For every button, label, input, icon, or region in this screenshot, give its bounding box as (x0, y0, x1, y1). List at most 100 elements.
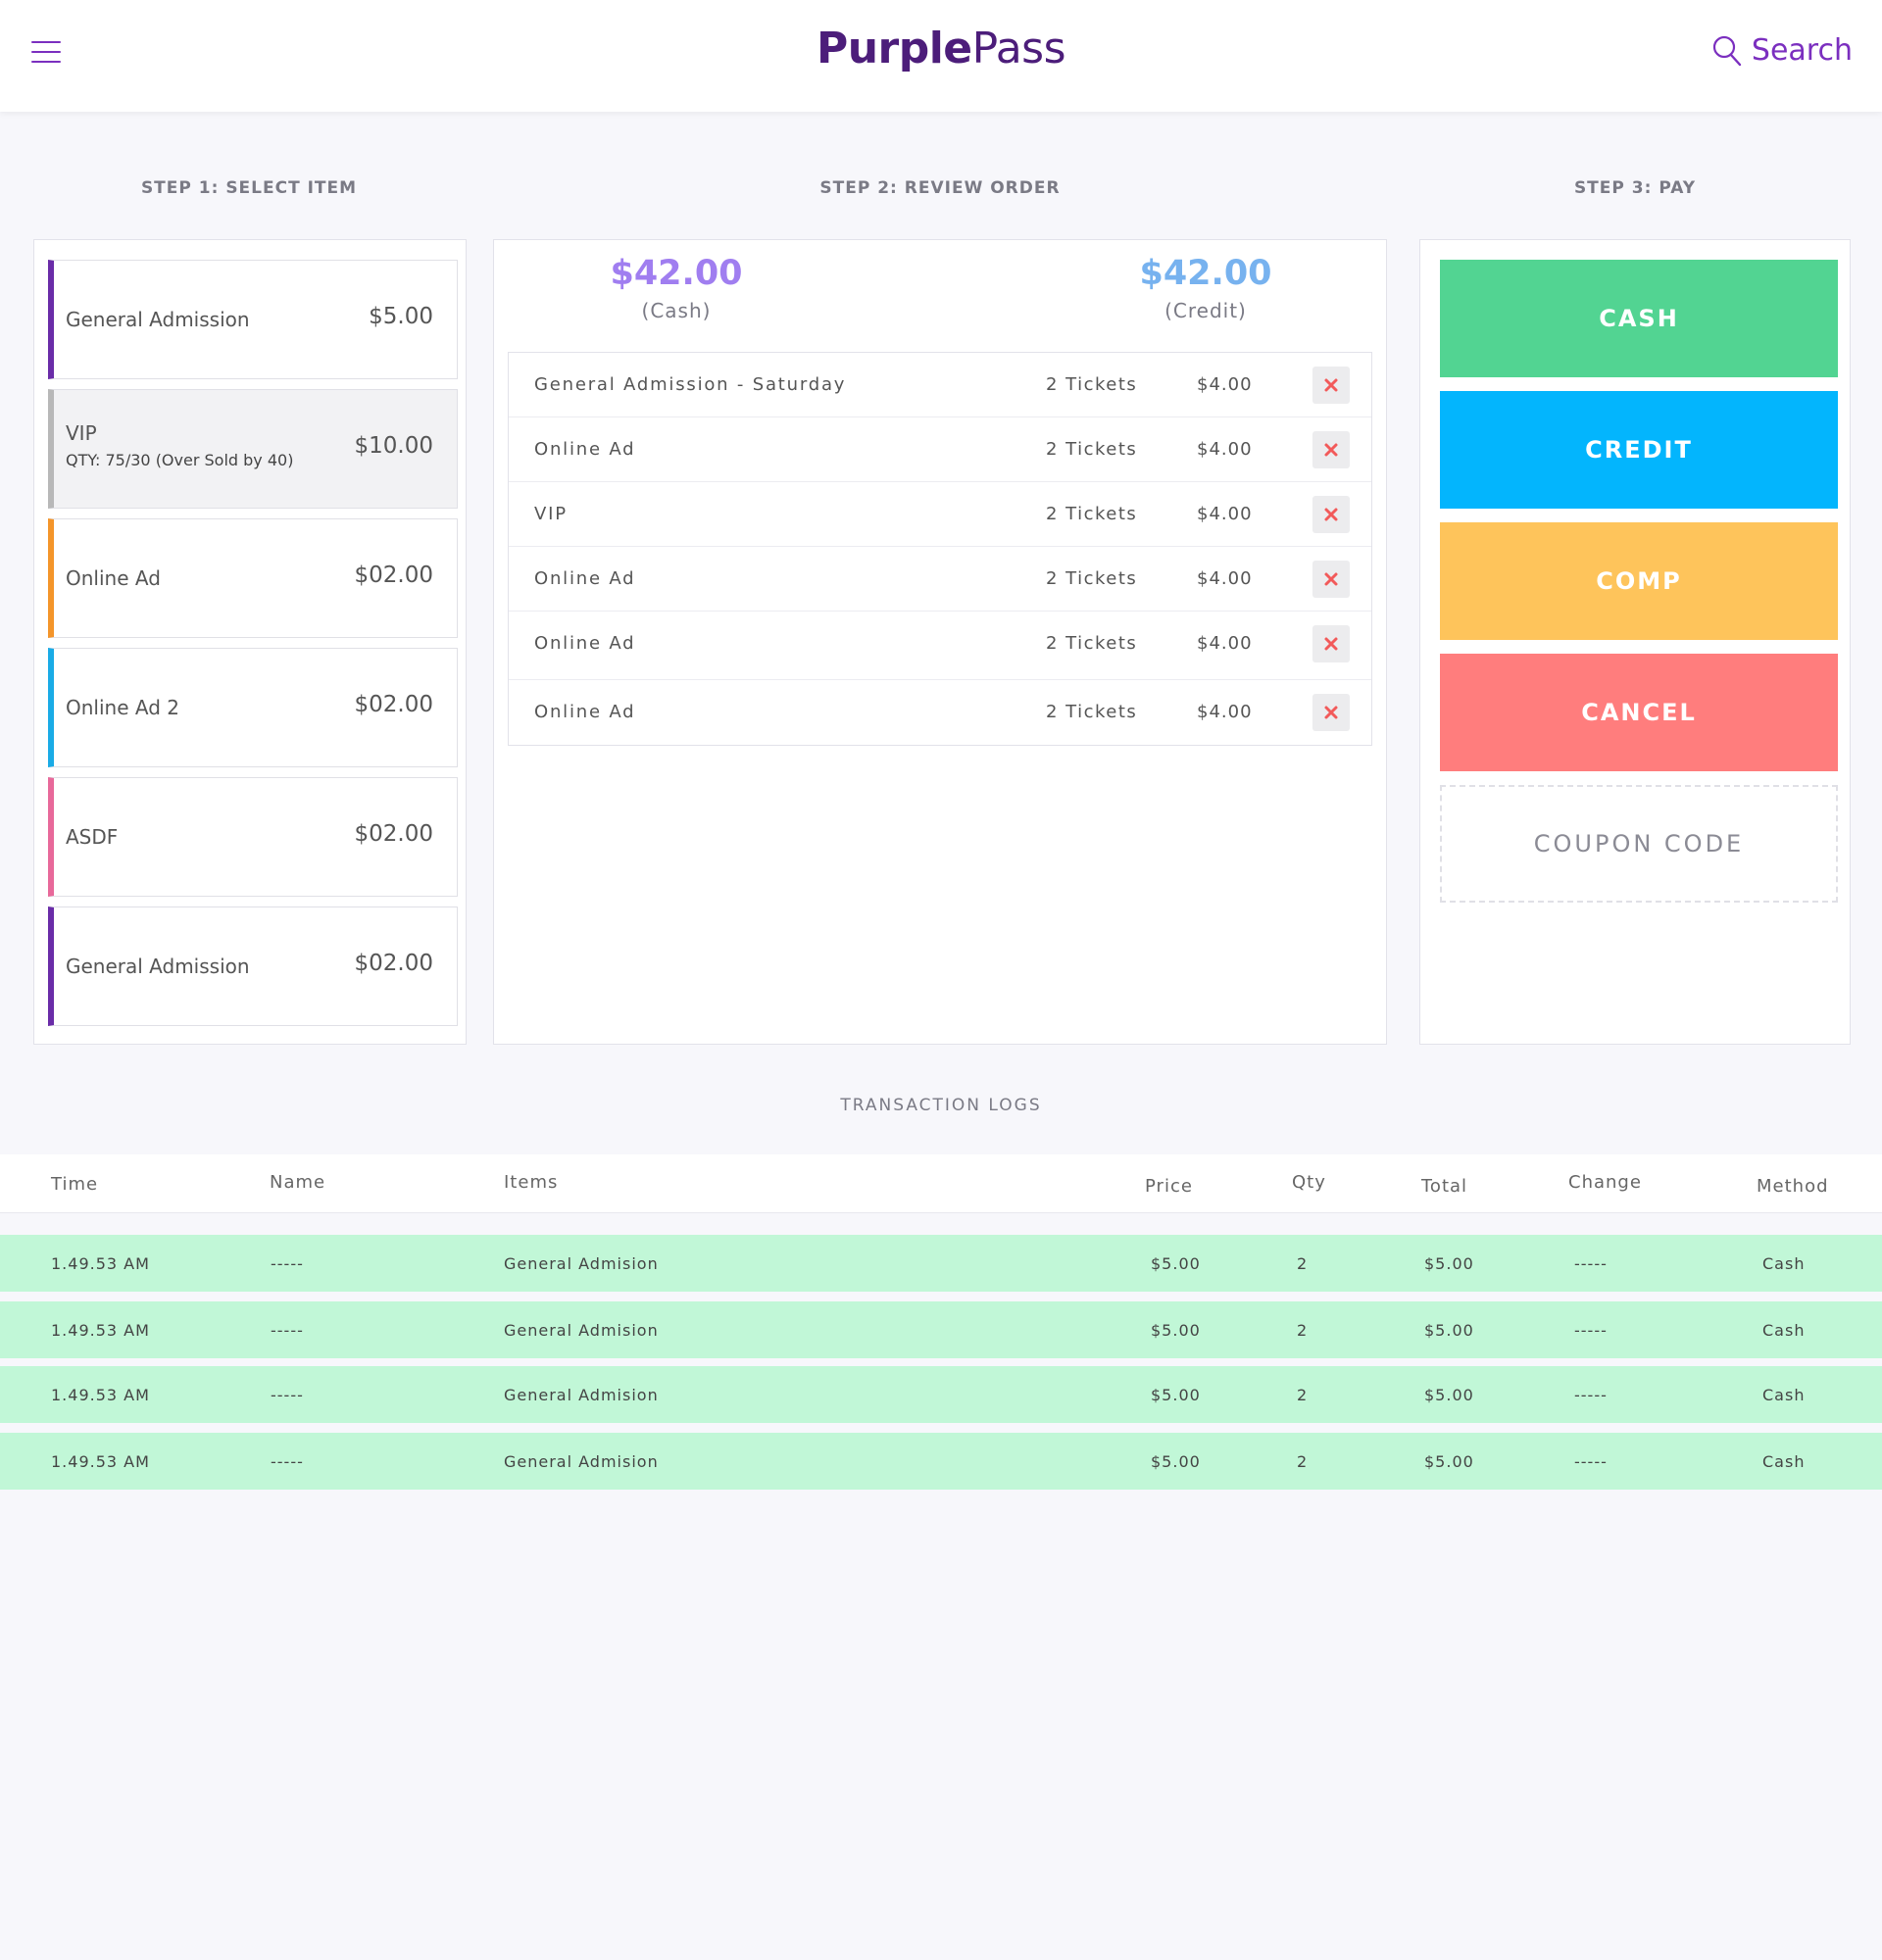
log-name: ----- (271, 1254, 304, 1273)
close-icon (1324, 572, 1338, 586)
column-header-price: Price (1145, 1176, 1193, 1197)
order-item-name: General Admission - Saturday (534, 374, 847, 395)
item-card[interactable]: General Admission $5.00 (48, 260, 458, 379)
order-item-name: Online Ad (534, 633, 636, 654)
remove-item-button[interactable] (1312, 431, 1350, 468)
log-price: $5.00 (1151, 1321, 1201, 1340)
review-order-panel: $42.00 (Cash) $42.00 (Credit) General Ad… (493, 239, 1387, 1045)
order-item-name: VIP (534, 504, 568, 524)
logo-light: Pass (971, 24, 1066, 74)
close-icon (1324, 637, 1338, 651)
step2-title: STEP 2: REVIEW ORDER (819, 178, 1061, 198)
cash-total: $42.00 (Cash) (569, 254, 784, 322)
log-method: Cash (1762, 1254, 1806, 1273)
log-total: $5.00 (1424, 1321, 1474, 1340)
column-header-method: Method (1757, 1176, 1829, 1197)
log-name: ----- (271, 1452, 304, 1471)
remove-item-button[interactable] (1312, 694, 1350, 731)
item-price: $02.00 (354, 692, 433, 717)
log-method: Cash (1762, 1386, 1806, 1404)
cancel-button[interactable]: CANCEL (1440, 654, 1838, 771)
log-items: General Admision (504, 1452, 659, 1471)
top-bar: PurplePass Search (0, 0, 1882, 112)
column-header-total: Total (1421, 1176, 1468, 1197)
item-price: $5.00 (369, 304, 433, 329)
log-price: $5.00 (1151, 1254, 1201, 1273)
remove-item-button[interactable] (1312, 625, 1350, 662)
pay-panel: CASH CREDIT COMP CANCEL COUPON CODE (1419, 239, 1851, 1045)
log-change: ----- (1574, 1321, 1608, 1340)
cash-total-amount: $42.00 (610, 254, 743, 293)
log-change: ----- (1574, 1254, 1608, 1273)
comp-button[interactable]: COMP (1440, 522, 1838, 640)
remove-item-button[interactable] (1312, 561, 1350, 598)
order-item-name: Online Ad (534, 568, 636, 589)
order-list: General Admission - Saturday 2 Tickets $… (508, 352, 1372, 746)
order-item-price: $4.00 (1197, 702, 1253, 722)
order-item-qty: 2 Tickets (1046, 374, 1138, 395)
log-time: 1.49.53 AM (51, 1254, 150, 1273)
order-item-qty: 2 Tickets (1046, 568, 1138, 589)
remove-item-button[interactable] (1312, 496, 1350, 533)
credit-total-label: (Credit) (1164, 299, 1247, 322)
item-price: $02.00 (354, 821, 433, 847)
cash-total-label: (Cash) (641, 299, 712, 322)
log-change: ----- (1574, 1452, 1608, 1471)
credit-button[interactable]: CREDIT (1440, 391, 1838, 509)
logo-bold: Purple (816, 24, 972, 74)
item-card[interactable]: General Admission $02.00 (48, 906, 458, 1026)
log-name: ----- (271, 1321, 304, 1340)
remove-item-button[interactable] (1312, 367, 1350, 404)
order-item-name: Online Ad (534, 439, 636, 460)
logs-table-header: Time Name Items Price Qty Total Change M… (0, 1154, 1882, 1213)
log-row: 1.49.53 AM ----- General Admision $5.00 … (0, 1433, 1882, 1490)
item-card[interactable]: Online Ad $02.00 (48, 518, 458, 638)
item-name: VIP (66, 421, 97, 445)
column-header-time: Time (51, 1174, 99, 1195)
close-icon (1324, 378, 1338, 392)
search-icon (1712, 35, 1742, 66)
log-total: $5.00 (1424, 1452, 1474, 1471)
log-time: 1.49.53 AM (51, 1321, 150, 1340)
order-item-qty: 2 Tickets (1046, 702, 1138, 722)
order-row: VIP 2 Tickets $4.00 (509, 482, 1371, 547)
close-icon (1324, 706, 1338, 719)
close-icon (1324, 508, 1338, 521)
credit-total-amount: $42.00 (1139, 254, 1272, 293)
close-icon (1324, 443, 1338, 457)
item-price: $10.00 (354, 433, 433, 459)
column-header-name: Name (270, 1172, 326, 1193)
log-total: $5.00 (1424, 1254, 1474, 1273)
order-row: Online Ad 2 Tickets $4.00 (509, 547, 1371, 612)
order-item-name: Online Ad (534, 702, 636, 722)
item-price: $02.00 (354, 951, 433, 976)
log-qty: 2 (1297, 1321, 1309, 1340)
item-card[interactable]: ASDF $02.00 (48, 777, 458, 897)
column-header-items: Items (504, 1172, 559, 1193)
item-name: Online Ad (66, 566, 161, 590)
item-card[interactable]: VIP QTY: 75/30 (Over Sold by 40) $10.00 (48, 389, 458, 509)
log-qty: 2 (1297, 1386, 1309, 1404)
search-button[interactable]: Search (1712, 33, 1853, 68)
log-change: ----- (1574, 1386, 1608, 1404)
column-header-qty: Qty (1292, 1172, 1326, 1193)
order-item-price: $4.00 (1197, 439, 1253, 460)
log-row: 1.49.53 AM ----- General Admision $5.00 … (0, 1301, 1882, 1358)
log-items: General Admision (504, 1386, 659, 1404)
log-row: 1.49.53 AM ----- General Admision $5.00 … (0, 1366, 1882, 1423)
cash-button[interactable]: CASH (1440, 260, 1838, 377)
coupon-code-field[interactable]: COUPON CODE (1440, 785, 1838, 903)
log-total: $5.00 (1424, 1386, 1474, 1404)
order-row: General Admission - Saturday 2 Tickets $… (509, 353, 1371, 417)
log-items: General Admision (504, 1254, 659, 1273)
item-card[interactable]: Online Ad 2 $02.00 (48, 648, 458, 767)
logo: PurplePass (0, 24, 1882, 74)
log-price: $5.00 (1151, 1386, 1201, 1404)
order-row: Online Ad 2 Tickets $4.00 (509, 417, 1371, 482)
log-row: 1.49.53 AM ----- General Admision $5.00 … (0, 1235, 1882, 1292)
column-header-change: Change (1568, 1172, 1642, 1193)
log-qty: 2 (1297, 1254, 1309, 1273)
order-item-price: $4.00 (1197, 504, 1253, 524)
order-item-qty: 2 Tickets (1046, 504, 1138, 524)
step3-title: STEP 3: PAY (1573, 178, 1697, 198)
